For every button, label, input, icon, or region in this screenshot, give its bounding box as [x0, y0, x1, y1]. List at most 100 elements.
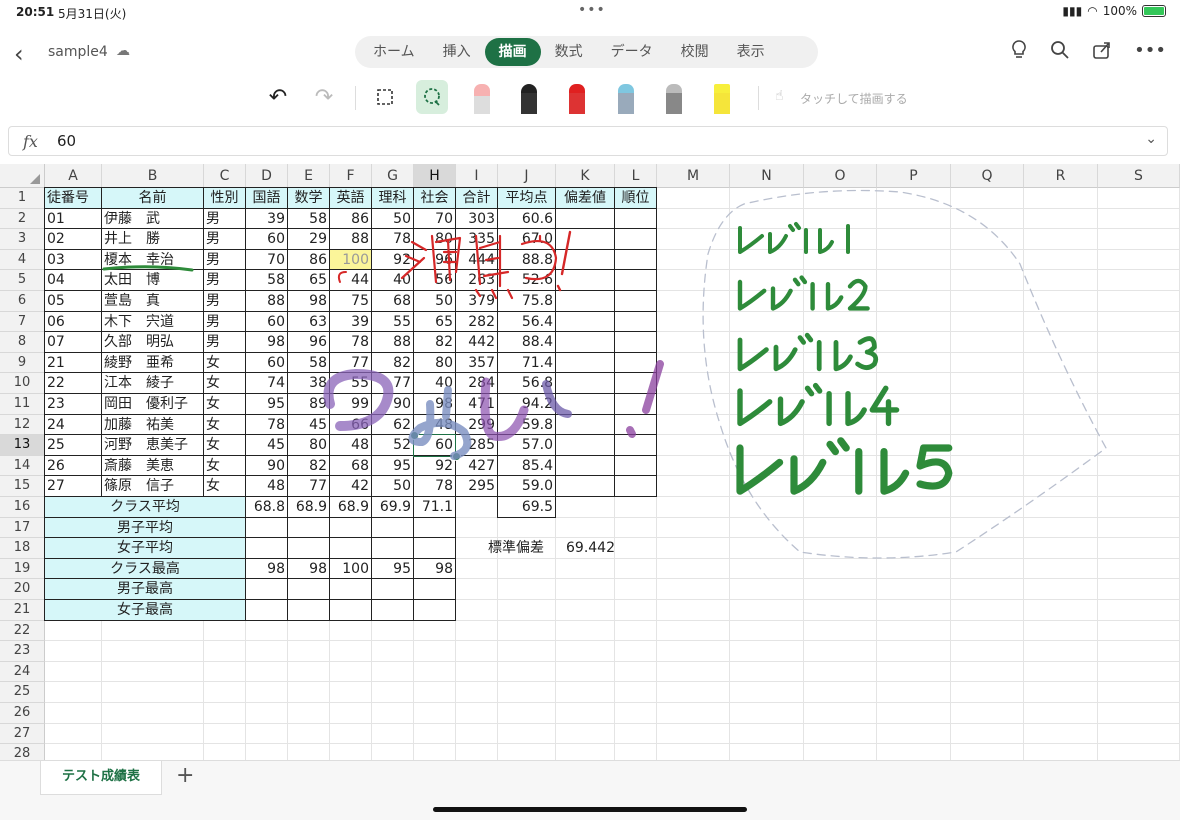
cell-K5[interactable] [555, 269, 615, 291]
tab-6[interactable]: 表示 [723, 38, 779, 66]
cell-F2[interactable]: 86 [329, 207, 372, 230]
cell-D1[interactable]: 国語 [245, 187, 288, 209]
cell-G19[interactable]: 95 [371, 557, 414, 580]
lightbulb-icon[interactable] [1010, 40, 1028, 65]
multitask-dots-icon[interactable]: ••• [578, 2, 606, 18]
row-header-27[interactable]: 27 [0, 723, 45, 745]
cell-J13[interactable]: 57.0 [497, 434, 556, 456]
cell-G16[interactable]: 69.9 [371, 496, 414, 518]
cell-G8[interactable]: 88 [371, 331, 414, 353]
column-header-H[interactable]: H [414, 164, 456, 188]
cell-I5[interactable]: 263 [455, 269, 498, 291]
row-header-16[interactable]: 16 [0, 497, 45, 518]
chevron-down-icon[interactable]: ⌄ [1145, 131, 1157, 147]
cell-G6[interactable]: 68 [371, 290, 414, 312]
cell-F4[interactable]: 100 [329, 248, 372, 271]
cell-D17[interactable] [245, 516, 288, 539]
cell-K11[interactable] [555, 393, 615, 415]
column-header-S[interactable]: S [1098, 164, 1180, 188]
cell-E9[interactable]: 58 [287, 351, 330, 374]
cell-C14[interactable]: 女 [203, 454, 246, 477]
cell-D21[interactable] [245, 599, 288, 621]
cell-I15[interactable]: 295 [455, 475, 498, 497]
tab-3[interactable]: 数式 [541, 38, 597, 66]
cell-H11[interactable]: 98 [413, 393, 456, 415]
cell-A11[interactable]: 23 [44, 393, 102, 415]
cell-H7[interactable]: 65 [413, 310, 456, 333]
row-header-20[interactable]: 20 [0, 579, 45, 600]
cell-A10[interactable]: 22 [44, 372, 102, 394]
column-header-E[interactable]: E [288, 164, 330, 188]
cell-C11[interactable]: 女 [203, 393, 246, 415]
cell-A5[interactable]: 04 [44, 269, 102, 291]
cell-E15[interactable]: 77 [287, 475, 330, 497]
cell-I1[interactable]: 合計 [455, 187, 498, 209]
cell-C15[interactable]: 女 [203, 475, 246, 497]
cell-L15[interactable] [614, 475, 657, 497]
row-header-21[interactable]: 21 [0, 600, 45, 621]
cell-F8[interactable]: 78 [329, 331, 372, 353]
cell-H4[interactable]: 96 [413, 248, 456, 271]
cell-E18[interactable] [287, 537, 330, 559]
touch-draw-label[interactable]: タッチして描画する [800, 90, 908, 107]
cell-E2[interactable]: 58 [287, 207, 330, 230]
cell-K12[interactable] [555, 413, 615, 436]
cell-B11[interactable]: 岡田 優利子 [101, 393, 204, 415]
formula-input[interactable]: 60 [57, 132, 76, 150]
cell-D19[interactable]: 98 [245, 557, 288, 580]
eraser-icon[interactable] [466, 80, 498, 114]
cell-C1[interactable]: 性別 [203, 187, 246, 209]
cell-K10[interactable] [555, 372, 615, 394]
cell-A8[interactable]: 07 [44, 331, 102, 353]
cell-A7[interactable]: 06 [44, 310, 102, 333]
cell-G5[interactable]: 40 [371, 269, 414, 291]
share-icon[interactable] [1092, 40, 1112, 65]
cell-G2[interactable]: 50 [371, 207, 414, 230]
column-header-B[interactable]: B [102, 164, 204, 188]
cell-F18[interactable] [329, 537, 372, 559]
cell-F16[interactable]: 68.9 [329, 496, 372, 518]
row-header-24[interactable]: 24 [0, 661, 45, 683]
cell-K4[interactable] [555, 248, 615, 271]
cell-D6[interactable]: 88 [245, 290, 288, 312]
add-sheet-icon[interactable]: + [176, 763, 194, 788]
column-header-L[interactable]: L [615, 164, 657, 188]
cell-H9[interactable]: 80 [413, 351, 456, 374]
row-header-8[interactable]: 8 [0, 332, 45, 353]
cell-H20[interactable] [413, 578, 456, 600]
column-header-Q[interactable]: Q [951, 164, 1024, 188]
cell-I3[interactable]: 335 [455, 228, 498, 250]
cell-J14[interactable]: 85.4 [497, 454, 556, 477]
cell-J8[interactable]: 88.4 [497, 331, 556, 353]
cell-F1[interactable]: 英語 [329, 187, 372, 209]
cell-L11[interactable] [614, 393, 657, 415]
cell-A19[interactable]: クラス最高 [44, 557, 246, 580]
cell-E7[interactable]: 63 [287, 310, 330, 333]
row-header-13[interactable]: 13 [0, 435, 45, 456]
cell-D14[interactable]: 90 [245, 454, 288, 477]
cell-B15[interactable]: 篠原 信子 [101, 475, 204, 497]
column-header-O[interactable]: O [804, 164, 877, 188]
column-header-K[interactable]: K [556, 164, 615, 188]
cell-K3[interactable] [555, 228, 615, 250]
cell-L1[interactable]: 順位 [614, 187, 657, 209]
cell-D12[interactable]: 78 [245, 413, 288, 436]
touch-draw-icon[interactable]: ☝ [775, 88, 784, 104]
cell-J1[interactable]: 平均点 [497, 187, 556, 209]
row-header-9[interactable]: 9 [0, 352, 45, 374]
cell-G12[interactable]: 62 [371, 413, 414, 436]
row-header-5[interactable]: 5 [0, 270, 45, 291]
cell-D10[interactable]: 74 [245, 372, 288, 394]
cell-C10[interactable]: 女 [203, 372, 246, 394]
cell-E8[interactable]: 96 [287, 331, 330, 353]
cell-D20[interactable] [245, 578, 288, 600]
cell-B3[interactable]: 井上 勝 [101, 228, 204, 250]
cell-L8[interactable] [614, 331, 657, 353]
cell-L12[interactable] [614, 413, 657, 436]
cell-C4[interactable]: 男 [203, 248, 246, 271]
cell-J2[interactable]: 60.6 [497, 207, 556, 230]
column-header-A[interactable]: A [45, 164, 102, 188]
cell-D9[interactable]: 60 [245, 351, 288, 374]
cell-E13[interactable]: 80 [287, 434, 330, 456]
cell-B14[interactable]: 斎藤 美恵 [101, 454, 204, 477]
